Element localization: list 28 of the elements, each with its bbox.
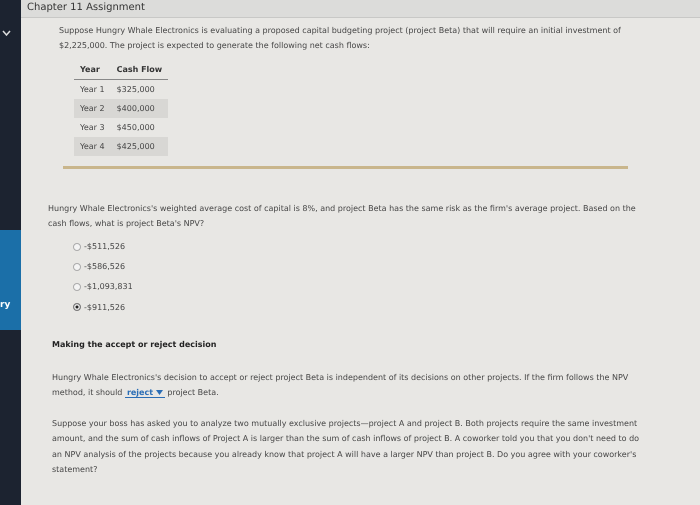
radio-button[interactable] <box>73 303 81 312</box>
caret-icon <box>156 390 163 396</box>
table-cell: Year 3 <box>74 118 111 137</box>
table-cell: $400,000 <box>110 98 168 118</box>
table-cell: Year 2 <box>74 98 111 118</box>
table-cell: $325,000 <box>110 79 168 99</box>
radio-button[interactable] <box>73 282 81 291</box>
radio-button[interactable] <box>73 262 81 271</box>
table-cell: $425,000 <box>110 136 168 156</box>
option-label: -$586,526 <box>84 261 126 274</box>
decision-text: Hungry Whale Electronics's decision to accept or reject project Beta is independent of its decisions on other projects. If the firm follows the NPV method, it should reject project Beta. <box>52 372 630 400</box>
table-cell: Year 4 <box>74 136 111 156</box>
sidebar-label[interactable]: ry <box>0 301 10 310</box>
question-text: Suppose your boss has asked you to analyze two mutually exclusive projects—project A and project B. Both projects require the same investment amount, and the sum of cash inflows of Project A is larger than the sum of cash inflows of project B. A coworker told you that you don't need to do an NPV analysis of the projects because you already know that project A will have a larger NPV than project B. Do you agree with your coworker's statement? <box>52 418 640 476</box>
option-label: -$511,526 <box>84 240 126 253</box>
option-label: -$1,093,831 <box>84 281 133 294</box>
option-label: -$911,526 <box>84 302 126 314</box>
section-heading: Making the accept or reject decision <box>52 338 218 351</box>
column-header: Cash Flow <box>110 61 168 80</box>
radio-button[interactable] <box>73 242 81 251</box>
problem-text: Suppose Hungry Whale Electronics is evaluating a proposed capital budgeting project (project Beta) that will require an initial investment of $2,225,000. The project is expected to generate the following net cash flows: <box>59 25 622 52</box>
table-cell: $450,000 <box>110 118 168 137</box>
question-text: Hungry Whale Electronics's weighted average cost of capital is 8%, and project Beta has the same risk as the firm's average project. Based on the cash flows, what is project Beta's NPV? <box>48 202 637 230</box>
page-title: Chapter 11 Assignment <box>21 0 700 18</box>
checkmark-icon <box>2 30 11 36</box>
answer-dropdown[interactable]: reject <box>124 388 165 398</box>
table-cell: Year 1 <box>74 79 111 99</box>
column-header: Year <box>74 61 111 80</box>
